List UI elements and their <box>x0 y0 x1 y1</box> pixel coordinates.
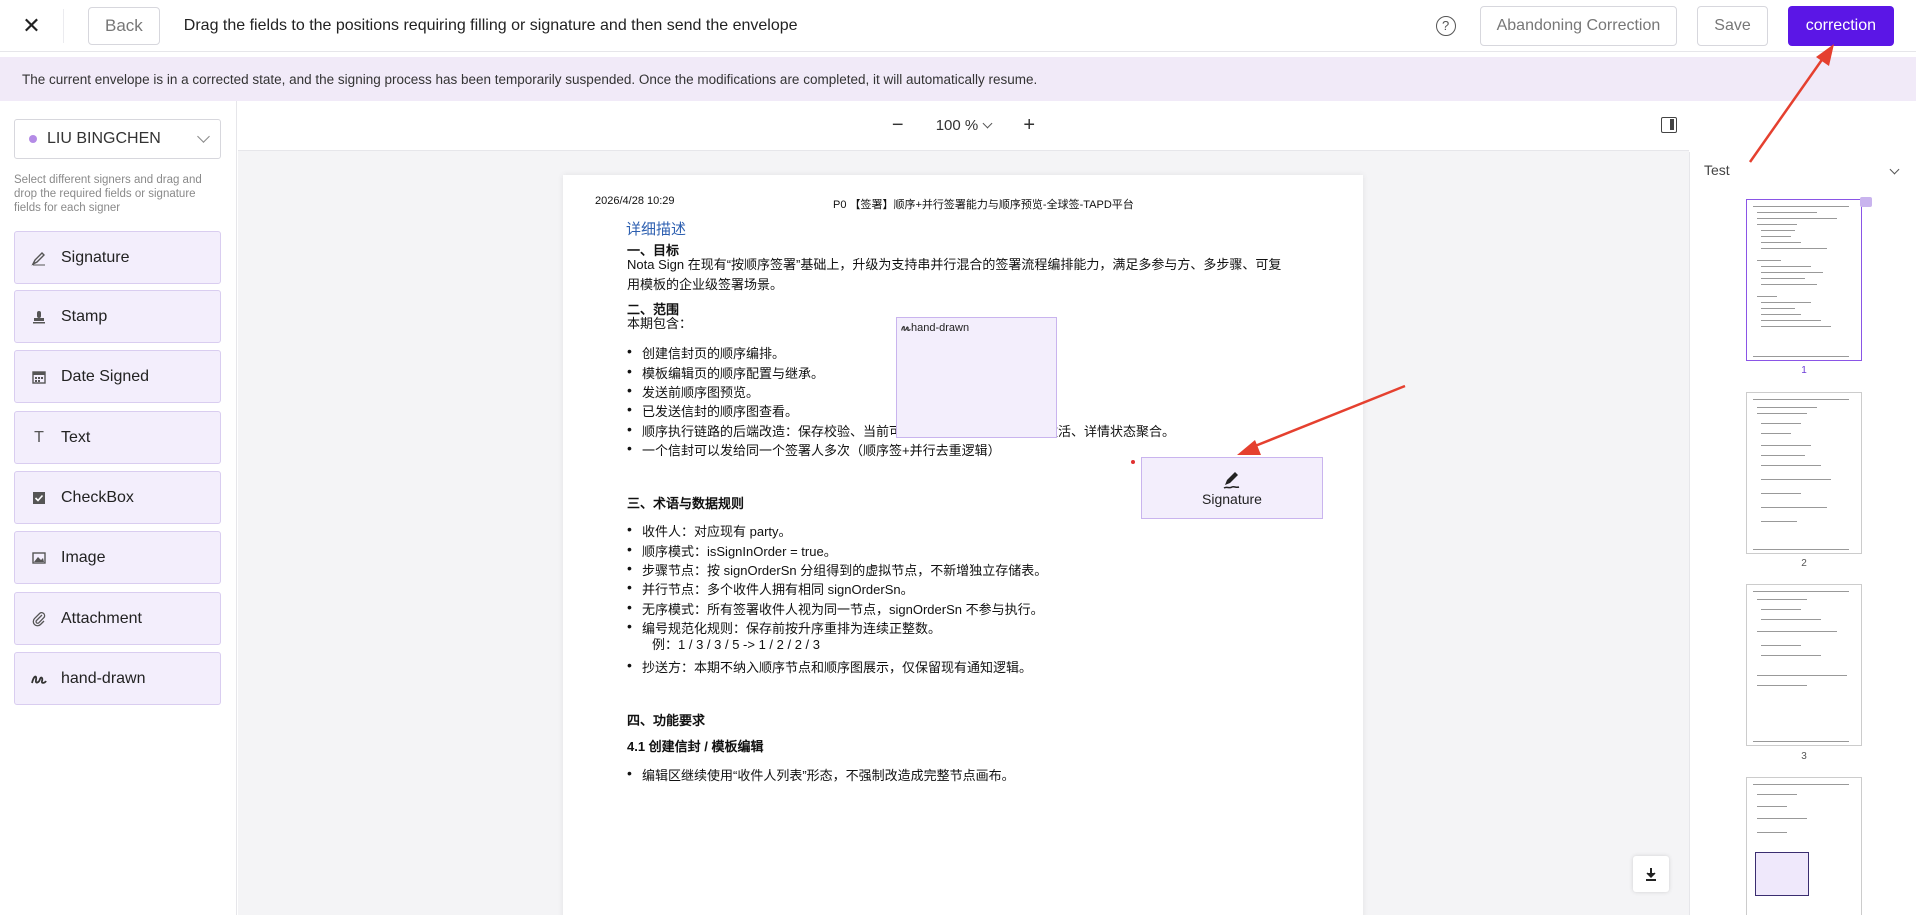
sidebar-toggle-icon[interactable] <box>1661 117 1677 133</box>
signer-color-dot <box>29 135 37 143</box>
chevron-down-icon <box>982 118 993 129</box>
field-hand-drawn[interactable]: hand-drawn <box>14 652 221 705</box>
download-icon <box>1646 868 1656 881</box>
image-icon <box>31 550 47 566</box>
list-item: 抄送方：本期不纳入顺序节点和顺序图展示，仅保留现有通知逻辑。 <box>627 657 1032 676</box>
field-stamp[interactable]: Stamp <box>14 290 221 343</box>
doc-paragraph: Nota Sign 在现有“按顺序签署”基础上，升级为支持串并行混合的签署流程编… <box>627 255 1281 295</box>
download-button[interactable] <box>1633 856 1669 892</box>
doc-heading: 4.1 创建信封 / 模板编辑 <box>627 739 764 754</box>
list-item: 模板编辑页的顺序配置与继承。 <box>627 363 824 382</box>
close-button[interactable]: ✕ <box>0 8 64 43</box>
field-label: CheckBox <box>61 488 134 506</box>
doc-heading: 三、术语与数据规则 <box>627 496 745 511</box>
question-circle-icon[interactable]: ? <box>1435 15 1456 36</box>
chevron-down-icon[interactable] <box>1889 164 1900 175</box>
pen-icon <box>1223 472 1240 489</box>
status-banner: The current envelope is in a corrected s… <box>0 57 1916 101</box>
page-thumbnail[interactable] <box>1746 392 1862 554</box>
abandon-correction-button[interactable]: Abandoning Correction <box>1479 5 1678 46</box>
placed-signature-field[interactable]: Signature <box>1141 457 1323 519</box>
field-date-signed[interactable]: Date Signed <box>14 350 221 403</box>
field-label: Attachment <box>61 609 142 627</box>
list-item: 发送前顺序图预览。 <box>627 382 759 401</box>
required-marker <box>1131 460 1135 464</box>
document-name: Test <box>1704 162 1730 178</box>
list-item: 创建信封页的顺序编排。 <box>627 343 785 362</box>
list-item: 并行节点：多个收件人拥有相同 signOrderSn。 <box>627 579 914 598</box>
field-marker <box>1860 197 1872 207</box>
list-item: 一个信封可以发给同一个签署人多次（顺序签+并行去重逻辑） <box>627 440 1001 459</box>
signer-hint: Select different signers and drag and dr… <box>14 174 202 214</box>
chevron-down-icon <box>197 130 210 143</box>
scribble-icon <box>901 325 911 332</box>
thumbnail-panel: Test 1 2 3 <box>1689 152 1916 915</box>
doc-header: P0 【签署】顺序+并行签署能力与顺序预览-全球签-TAPD平台 <box>833 199 1134 211</box>
signer-name: LIU BINGCHEN <box>47 130 161 147</box>
scribble-icon <box>31 671 47 687</box>
checkbox-icon <box>31 490 47 506</box>
save-button[interactable]: Save <box>1697 5 1768 46</box>
field-attachment[interactable]: Attachment <box>14 592 221 645</box>
document-page: 2026/4/28 10:29 P0 【签署】顺序+并行签署能力与顺序预览-全球… <box>563 175 1363 915</box>
page-number: 2 <box>1801 558 1807 569</box>
list-item: 步骤节点：按 signOrderSn 分组得到的虚拟节点，不新增独立存储表。 <box>627 560 1047 579</box>
close-icon: ✕ <box>22 12 41 38</box>
document-viewer: − 100 % + 2026/4/28 10:29 P0 【签署】顺序+并行签署… <box>238 101 1689 915</box>
page-number: 1 <box>1801 365 1807 376</box>
correction-button[interactable]: correction <box>1787 5 1894 46</box>
zoom-toolbar: − 100 % + <box>238 101 1689 151</box>
doc-example: 例：1 / 3 / 3 / 5 -> 1 / 2 / 2 / 3 <box>652 637 820 652</box>
placed-hand-drawn-field[interactable]: hand-drawn <box>896 317 1057 438</box>
page-number: 3 <box>1801 751 1807 762</box>
placed-field-label: hand-drawn <box>911 322 970 334</box>
paperclip-icon <box>31 611 47 627</box>
pen-icon <box>31 250 47 266</box>
field-checkbox[interactable]: CheckBox <box>14 471 221 524</box>
field-label: Text <box>61 428 91 446</box>
field-label: hand-drawn <box>61 669 146 687</box>
field-label: Signature <box>61 248 130 266</box>
doc-line: Nota Sign 在现有“按顺序签署”基础上，升级为支持串并行混合的签署流程编… <box>627 257 1282 272</box>
fields-sidebar: LIU BINGCHEN Select different signers an… <box>0 101 237 915</box>
page-thumbnail[interactable] <box>1746 777 1862 915</box>
doc-section-title: 详细描述 <box>626 221 687 238</box>
list-item: 收件人：对应现有 party。 <box>627 521 791 540</box>
thumbnail-diagram <box>1755 852 1809 896</box>
signer-select[interactable]: LIU BINGCHEN <box>14 119 221 159</box>
placed-field-label: Signature <box>1202 491 1262 507</box>
doc-paragraph: 本期包含： <box>627 316 693 331</box>
back-button[interactable]: Back <box>88 6 160 45</box>
field-text[interactable]: T Text <box>14 411 221 464</box>
doc-line: 用模板的企业级签署场景。 <box>627 277 784 292</box>
field-label: Image <box>61 548 106 566</box>
stamp-icon <box>31 309 47 325</box>
doc-date: 2026/4/28 10:29 <box>595 195 675 207</box>
list-item: 顺序模式：isSignInOrder = true。 <box>627 541 837 560</box>
text-icon: T <box>34 428 44 446</box>
field-label: Date Signed <box>61 367 150 385</box>
zoom-in-button[interactable]: + <box>1015 114 1043 137</box>
page-thumbnail[interactable] <box>1746 584 1862 746</box>
field-image[interactable]: Image <box>14 531 221 584</box>
zoom-out-button[interactable]: − <box>884 114 912 137</box>
list-item: 已发送信封的顺序图查看。 <box>627 401 798 420</box>
zoom-level-select[interactable]: 100 % <box>935 117 993 134</box>
page-title: Drag the fields to the positions requiri… <box>183 16 798 34</box>
calendar-icon <box>31 369 47 385</box>
list-item: 编辑区继续使用“收件人列表”形态，不强制改造成完整节点画布。 <box>627 765 1015 784</box>
doc-heading: 四、功能要求 <box>627 713 706 728</box>
field-signature[interactable]: Signature <box>14 231 221 284</box>
field-label: Stamp <box>61 307 108 325</box>
page-thumbnail[interactable] <box>1746 199 1862 361</box>
zoom-level: 100 % <box>935 117 979 134</box>
top-toolbar: ✕ Back Drag the fields to the positions … <box>0 0 1916 52</box>
list-item: 无序模式：所有签署收件人视为同一节点，signOrderSn 不参与执行。 <box>627 599 1044 618</box>
